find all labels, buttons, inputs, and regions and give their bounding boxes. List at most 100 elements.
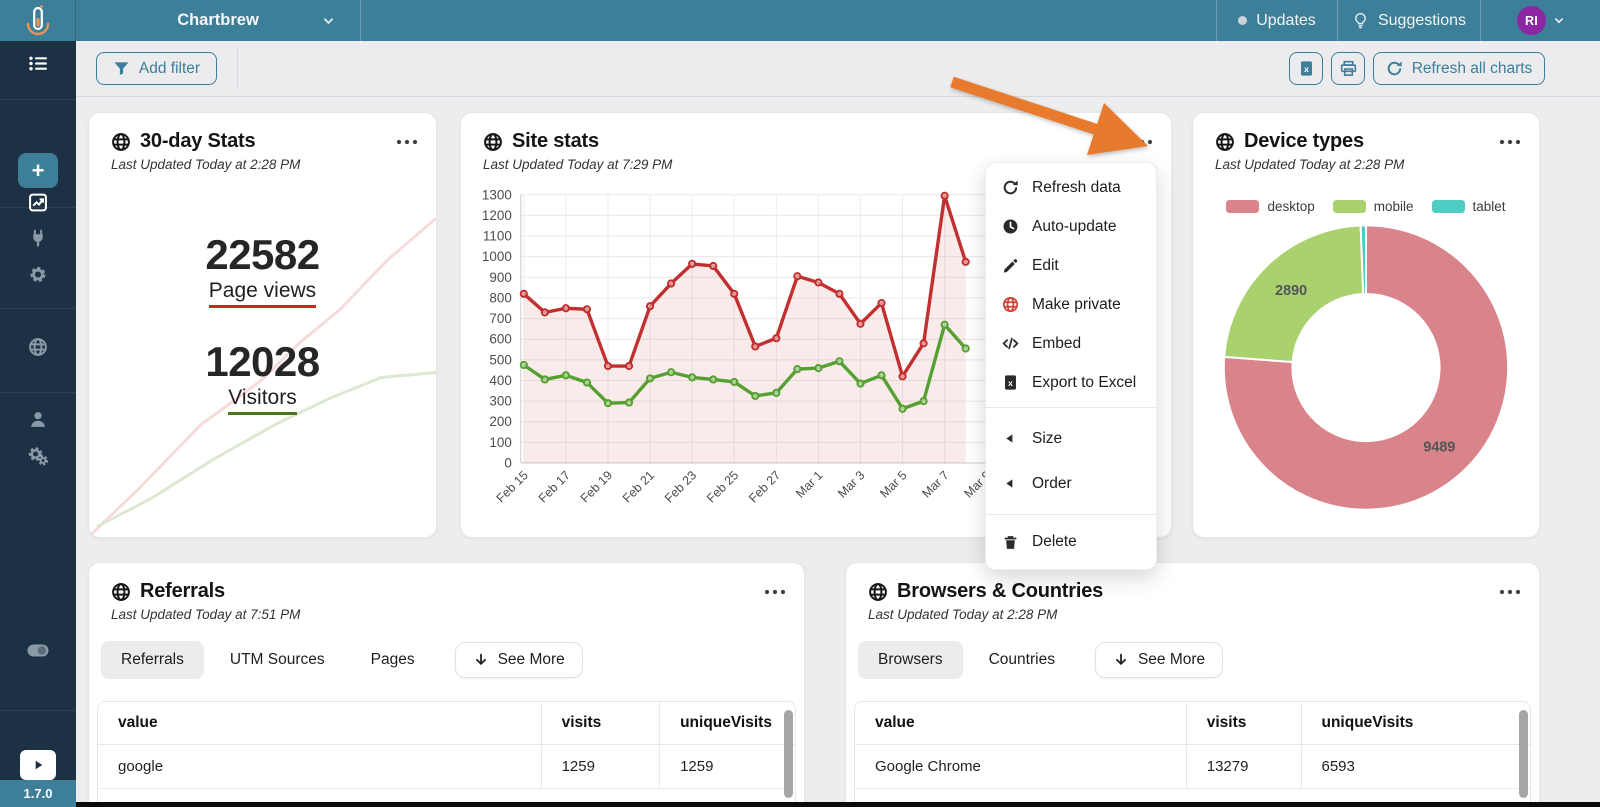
sidebar-item-connections[interactable]: [29, 229, 48, 248]
user-menu[interactable]: RI: [1480, 0, 1600, 41]
menu-item-label: Export to Excel: [1032, 373, 1137, 391]
see-more-label: See More: [497, 651, 565, 668]
menu-item-embed[interactable]: Embed: [986, 324, 1156, 363]
table-cell: 6593: [1300, 745, 1531, 788]
topbar-right-group: Updates Suggestions RI: [1216, 0, 1600, 41]
table-row: Google Chrome 13279 6593: [855, 745, 1530, 789]
legend-label: tablet: [1472, 199, 1506, 214]
menu-item-label: Order: [1032, 474, 1072, 492]
viewport-bottom-edge: [76, 802, 1600, 807]
add-filter-button[interactable]: Add filter: [96, 52, 217, 85]
donut-chart: 9489 2890: [1222, 224, 1510, 511]
menu-item-label: Delete: [1032, 533, 1077, 550]
table-cell: Google Chrome: [875, 758, 981, 775]
card-title: Browsers & Countries: [897, 580, 1104, 602]
table-cell: 1259: [659, 745, 795, 788]
table-cell: google: [118, 758, 164, 775]
menu-item-size[interactable]: Size: [986, 416, 1156, 461]
sidebar-item-dashboards[interactable]: [29, 54, 48, 73]
add-chart-button[interactable]: +: [18, 153, 58, 188]
menu-item-refresh-data[interactable]: Refresh data: [986, 168, 1156, 207]
menu-item-order[interactable]: Order: [986, 461, 1156, 506]
card-header: Referrals Last Updated Today at 7:51 PM: [89, 563, 804, 622]
updates-button[interactable]: Updates: [1216, 0, 1337, 41]
toolbar-divider: [237, 48, 238, 90]
table-scrollbar[interactable]: [784, 710, 793, 798]
dataset-tabs: Browsers Countries See More: [858, 641, 1224, 679]
sidebar-item-team-members[interactable]: [29, 410, 48, 429]
kpi-label: Visitors: [228, 386, 297, 415]
sidebar-divider: [0, 710, 76, 711]
table-header-cell: value: [118, 714, 158, 731]
table-header-row: value visits uniqueVisits: [855, 702, 1530, 745]
project-switcher[interactable]: Chartbrew: [76, 0, 361, 41]
tab-utm-sources[interactable]: UTM Sources: [210, 641, 345, 679]
tab-browsers[interactable]: Browsers: [858, 641, 963, 679]
sidebar-item-public-dashboard[interactable]: [28, 337, 48, 357]
svg-text:1000: 1000: [482, 249, 512, 264]
see-more-button[interactable]: See More: [1094, 642, 1224, 678]
chart-card-30-day-stats: 30-day Stats Last Updated Today at 2:28 …: [88, 112, 437, 538]
table-scrollbar[interactable]: [1519, 710, 1528, 798]
suggestions-button[interactable]: Suggestions: [1337, 0, 1480, 41]
refresh-all-charts-button[interactable]: Refresh all charts: [1373, 52, 1545, 85]
print-button[interactable]: [1331, 52, 1365, 85]
tab-countries[interactable]: Countries: [969, 641, 1075, 679]
svg-text:0: 0: [504, 455, 511, 470]
svg-text:400: 400: [489, 373, 511, 388]
table-header-cell: visits: [540, 702, 659, 744]
svg-text:900: 900: [489, 270, 511, 285]
table-row: google 1259 1259: [98, 745, 795, 789]
menu-item-make-private[interactable]: Make private: [986, 285, 1156, 324]
see-more-button[interactable]: See More: [454, 642, 583, 678]
sidebar: + 1.7.0: [0, 41, 76, 807]
test-tube-logo-icon: [23, 4, 53, 37]
updates-dot-icon: [1238, 16, 1248, 25]
legend-item-desktop: desktop: [1226, 199, 1315, 214]
sidebar-divider: [0, 392, 76, 393]
tab-pages[interactable]: Pages: [351, 641, 435, 679]
sidebar-item-charts[interactable]: [29, 193, 48, 212]
export-excel-button[interactable]: x: [1289, 52, 1323, 85]
expand-sidebar-button[interactable]: [20, 750, 56, 780]
table-cell: 1259: [540, 745, 659, 788]
line-chart-icon: [29, 193, 48, 212]
add-filter-label: Add filter: [138, 59, 201, 77]
data-table: value visits uniqueVisits Google Chrome 132…: [854, 701, 1531, 807]
sidebar-item-settings[interactable]: [29, 265, 48, 284]
suggestions-label: Suggestions: [1377, 11, 1467, 29]
play-icon: [31, 758, 45, 772]
sidebar-divider: [0, 308, 76, 309]
svg-text:Feb 23: Feb 23: [662, 468, 699, 505]
last-updated-text: Last Updated Today at 7:51 PM: [111, 607, 301, 622]
down-arrow-icon: [1113, 652, 1129, 668]
card-header: 30-day Stats Last Updated Today at 2:28 …: [89, 113, 436, 172]
person-icon: [29, 410, 48, 429]
sidebar-divider: [0, 99, 76, 100]
svg-text:700: 700: [489, 311, 511, 326]
menu-item-auto-update[interactable]: Auto-update: [986, 207, 1156, 246]
avatar: RI: [1517, 6, 1546, 35]
tri-left-icon: [1002, 475, 1019, 492]
menu-item-delete[interactable]: Delete: [986, 520, 1156, 564]
theme-toggle[interactable]: [27, 641, 50, 660]
tab-referrals[interactable]: Referrals: [101, 641, 204, 679]
app-logo[interactable]: [0, 0, 76, 41]
plug-icon: [29, 229, 48, 248]
globe-icon: [111, 582, 131, 602]
menu-item-label: Size: [1032, 429, 1063, 447]
updates-label: Updates: [1256, 11, 1316, 29]
svg-text:600: 600: [489, 332, 511, 347]
globe-icon: [111, 132, 131, 152]
svg-text:2890: 2890: [1275, 283, 1307, 299]
card-title: Device types: [1244, 130, 1364, 152]
sidebar-item-team-settings[interactable]: [28, 446, 48, 466]
legend-label: mobile: [1373, 199, 1414, 214]
menu-item-edit[interactable]: Edit: [986, 246, 1156, 285]
menu-item-export-to-excel[interactable]: x Export to Excel: [986, 363, 1156, 402]
svg-text:x: x: [1008, 378, 1013, 388]
last-updated-text: Last Updated Today at 2:28 PM: [868, 607, 1058, 622]
project-name: Chartbrew: [177, 11, 259, 29]
app-root: Chartbrew Updates Suggestions RI + 1.7.0…: [0, 0, 1600, 807]
svg-text:Feb 17: Feb 17: [536, 468, 573, 505]
